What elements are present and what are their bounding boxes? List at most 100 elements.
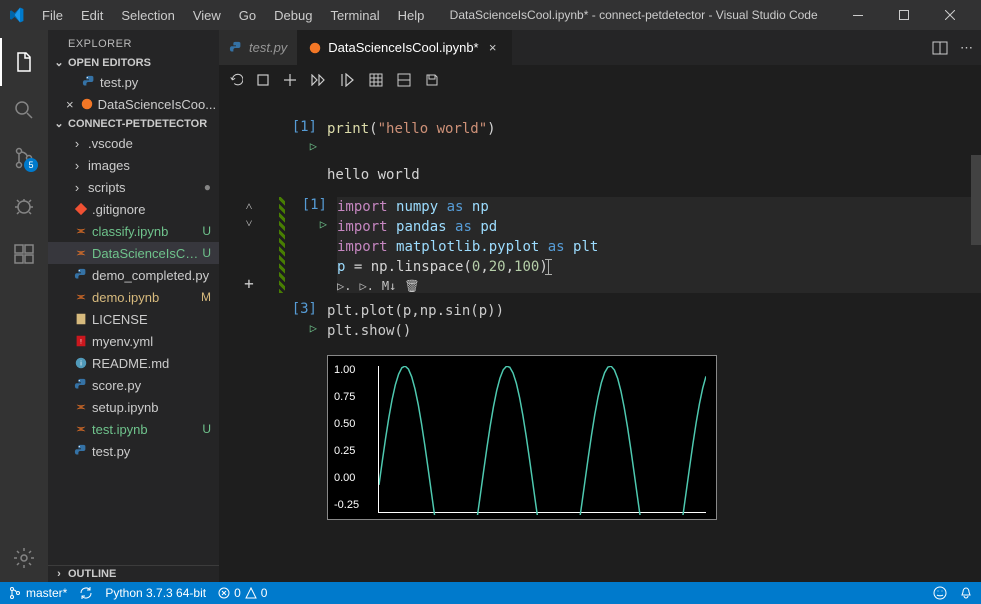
menu-help[interactable]: Help <box>390 4 433 27</box>
problems[interactable]: 0 0 <box>218 586 267 600</box>
notebook-cell[interactable]: ˄ ˅ + [1] ▷ import numpy as np import pa… <box>219 193 981 297</box>
notifications-button[interactable] <box>959 586 973 600</box>
feedback-button[interactable] <box>933 586 947 600</box>
tab-close-icon[interactable]: × <box>485 40 501 55</box>
workspace-header[interactable]: ⌄ CONNECT-PETDETECTOR <box>48 115 219 132</box>
title-bar: File Edit Selection View Go Debug Termin… <box>0 0 981 30</box>
run-above-icon[interactable]: ▷. <box>359 279 373 293</box>
notebook-cell[interactable]: [3] ▷ plt.plot(p,np.sin(p)) plt.show() <box>219 297 981 345</box>
close-icon[interactable]: × <box>66 97 74 112</box>
file-label: myenv.yml <box>92 334 219 349</box>
menu-edit[interactable]: Edit <box>73 4 111 27</box>
vscode-logo-icon <box>8 7 24 23</box>
cell-output: hello world <box>219 157 981 193</box>
tree-folder[interactable]: ›scripts● <box>48 176 219 198</box>
file-label: test.py <box>92 444 219 459</box>
python-env[interactable]: Python 3.7.3 64-bit <box>105 586 206 600</box>
tab-test-py[interactable]: test.py <box>219 30 298 65</box>
tree-folder[interactable]: ›.vscode <box>48 132 219 154</box>
menu-view[interactable]: View <box>185 4 229 27</box>
activity-extensions[interactable] <box>0 230 48 278</box>
file-label: test.py <box>100 75 219 90</box>
toolbar-save-icon[interactable] <box>425 73 439 87</box>
open-editor-item[interactable]: test.py <box>48 71 219 93</box>
tree-file[interactable]: classify.ipynbU <box>48 220 219 242</box>
tree-file[interactable]: demo_completed.py <box>48 264 219 286</box>
sync-button[interactable] <box>79 586 93 600</box>
maximize-button[interactable] <box>881 0 927 30</box>
stdout-text: hello world <box>327 161 961 189</box>
delete-cell-icon[interactable]: 🗑 <box>404 279 419 293</box>
notebook-body[interactable]: [1] ▷ print("hello world") hello world ˄… <box>219 95 981 582</box>
tab-label: DataScienceIsCool.ipynb* <box>328 40 478 55</box>
git-branch[interactable]: master* <box>8 586 67 600</box>
branch-name: master* <box>26 586 67 600</box>
chevron-right-icon: › <box>70 180 84 195</box>
tree-file[interactable]: !myenv.yml <box>48 330 219 352</box>
stop-button[interactable] <box>257 74 269 86</box>
exec-count: [1] <box>279 119 317 135</box>
close-button[interactable] <box>927 0 973 30</box>
add-cell-icon[interactable]: + <box>244 274 254 293</box>
activity-debug[interactable] <box>0 182 48 230</box>
tree-file[interactable]: test.ipynbU <box>48 418 219 440</box>
tree-file[interactable]: iREADME.md <box>48 352 219 374</box>
ytick-label: 0.75 <box>334 391 355 403</box>
toolbar-collapse-icon[interactable] <box>397 73 411 87</box>
run-below-icon[interactable]: ▷. <box>337 279 351 293</box>
tree-folder[interactable]: ›images <box>48 154 219 176</box>
sidebar-title: EXPLORER <box>48 30 219 54</box>
menu-debug[interactable]: Debug <box>266 4 320 27</box>
undo-button[interactable] <box>229 73 243 87</box>
split-editor-icon[interactable] <box>932 40 948 56</box>
exec-count: [1] <box>289 197 327 213</box>
chevron-down-icon: ⌄ <box>52 56 66 69</box>
scrollbar-thumb[interactable] <box>971 155 981 245</box>
run-cell-icon[interactable]: ▷ <box>289 213 327 231</box>
more-actions-icon[interactable]: ⋯ <box>960 40 973 56</box>
menu-selection[interactable]: Selection <box>113 4 182 27</box>
run-cell-icon[interactable]: ▷ <box>279 135 317 153</box>
python-icon <box>82 75 96 89</box>
restart-button[interactable] <box>341 73 355 87</box>
run-cell-icon[interactable]: ▷ <box>279 317 317 335</box>
open-editors-header[interactable]: ⌄ OPEN EDITORS <box>48 54 219 71</box>
chevron-up-icon[interactable]: ˄ <box>246 199 253 214</box>
python-icon <box>229 41 243 55</box>
tree-file[interactable]: DataScienceIsCo...U <box>48 242 219 264</box>
scm-badge: 5 <box>24 158 38 172</box>
bell-icon <box>959 586 973 600</box>
open-editor-item[interactable]: × DataScienceIsCoo... <box>48 93 219 115</box>
menu-terminal[interactable]: Terminal <box>322 4 387 27</box>
activity-settings[interactable] <box>0 534 48 582</box>
file-label: .gitignore <box>92 202 219 217</box>
notebook-cell[interactable]: [1] ▷ print("hello world") <box>219 115 981 157</box>
toolbar-grid-icon[interactable] <box>369 73 383 87</box>
chevron-down-icon[interactable]: ˅ <box>246 216 253 231</box>
workspace-label: CONNECT-PETDETECTOR <box>68 118 207 130</box>
add-cell-button[interactable] <box>283 73 297 87</box>
tree-file[interactable]: test.py <box>48 440 219 462</box>
tab-label: test.py <box>249 40 287 55</box>
notebook-toolbar <box>219 65 981 95</box>
tree-file[interactable]: demo.ipynbM <box>48 286 219 308</box>
tree-file[interactable]: .gitignore <box>48 198 219 220</box>
menu-file[interactable]: File <box>34 4 71 27</box>
tab-notebook[interactable]: DataScienceIsCool.ipynb* × <box>298 30 511 65</box>
activity-search[interactable] <box>0 86 48 134</box>
run-all-button[interactable] <box>311 74 327 86</box>
tree-file[interactable]: score.py <box>48 374 219 396</box>
minimize-button[interactable] <box>835 0 881 30</box>
file-label: DataScienceIsCo... <box>92 246 198 261</box>
diff-indicator <box>279 197 285 293</box>
tree-file[interactable]: LICENSE <box>48 308 219 330</box>
menu-go[interactable]: Go <box>231 4 264 27</box>
to-markdown-button[interactable]: M↓ <box>382 279 396 293</box>
plot-output: 1.00 0.75 0.50 0.25 0.00 -0.25 <box>327 355 717 520</box>
tree-file[interactable]: setup.ipynb <box>48 396 219 418</box>
outline-header[interactable]: › OUTLINE <box>48 565 219 582</box>
activity-scm[interactable]: 5 <box>0 134 48 182</box>
text-cursor <box>548 259 549 275</box>
chevron-down-icon: ⌄ <box>52 117 66 130</box>
activity-explorer[interactable] <box>0 38 48 86</box>
